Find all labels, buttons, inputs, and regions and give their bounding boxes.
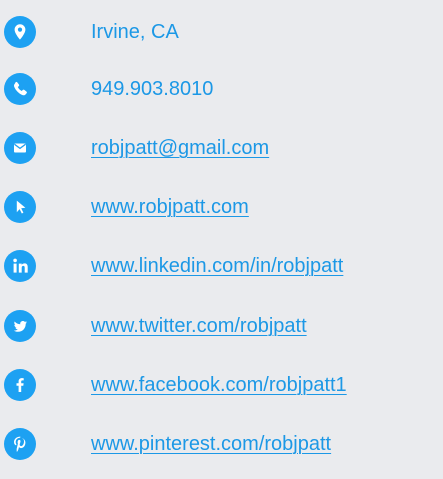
contact-row-phone: 949.903.8010 xyxy=(0,63,443,119)
contact-row-email: robjpatt@gmail.com xyxy=(0,122,443,178)
pinterest-icon xyxy=(4,428,36,460)
cursor-pointer-icon xyxy=(4,191,36,223)
contact-row-pinterest: www.pinterest.com/robjpatt xyxy=(0,418,443,474)
contact-row-website: www.robjpatt.com xyxy=(0,181,443,237)
contact-row-linkedin: www.linkedin.com/in/robjpatt xyxy=(0,240,443,296)
phone-icon xyxy=(4,73,36,105)
email-icon xyxy=(4,132,36,164)
website-link[interactable]: www.robjpatt.com xyxy=(91,193,249,221)
contact-row-twitter: www.twitter.com/robjpatt xyxy=(0,300,443,356)
linkedin-icon xyxy=(4,250,36,282)
twitter-icon xyxy=(4,310,36,342)
facebook-icon xyxy=(4,369,36,401)
twitter-link[interactable]: www.twitter.com/robjpatt xyxy=(91,312,307,340)
email-link[interactable]: robjpatt@gmail.com xyxy=(91,134,269,162)
location-text: Irvine, CA xyxy=(91,21,179,43)
contact-row-facebook: www.facebook.com/robjpatt1 xyxy=(0,359,443,415)
location-pin-icon xyxy=(4,16,36,48)
linkedin-link[interactable]: www.linkedin.com/in/robjpatt xyxy=(91,252,343,280)
phone-text: 949.903.8010 xyxy=(91,78,214,100)
contact-list: Irvine, CA 949.903.8010 robjpatt@gmail.c… xyxy=(0,0,443,479)
pinterest-link[interactable]: www.pinterest.com/robjpatt xyxy=(91,430,331,458)
contact-row-location: Irvine, CA xyxy=(0,6,443,62)
facebook-link[interactable]: www.facebook.com/robjpatt1 xyxy=(91,371,347,399)
